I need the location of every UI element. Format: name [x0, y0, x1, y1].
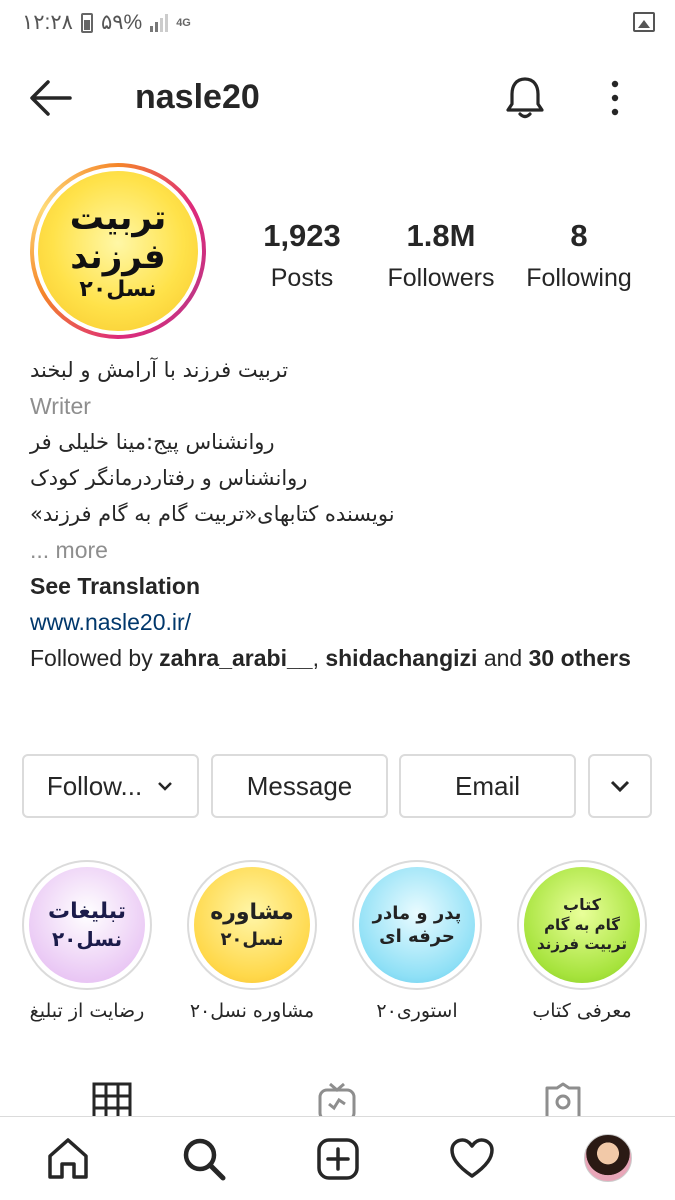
suggested-accounts-button[interactable]: [588, 754, 652, 818]
followed-count: 30 others: [528, 645, 631, 671]
category-label: Writer: [30, 393, 91, 419]
status-left: ۱۲:۲۸ ۵۹% 4G: [22, 10, 191, 35]
stat-followers-value: 1.8M: [406, 218, 476, 253]
stat-posts[interactable]: 1,923 Posts: [248, 218, 356, 293]
highlight-cover-text: نسل۲۰: [51, 927, 123, 952]
avatar-text-3: نسل۲۰: [79, 277, 157, 303]
bio: تربیت فرزند با آرامش و لبخند Writer روان…: [30, 352, 650, 676]
highlight-cover-text: نسل۲۰: [220, 928, 284, 950]
highlight-cover-text: تبلیغات: [48, 898, 126, 924]
avatar-text-1: تربیت: [69, 198, 167, 239]
stat-posts-value: 1,923: [263, 218, 341, 253]
chevron-down-icon: [610, 780, 630, 793]
highlight-cover-text: حرفه ای: [379, 926, 455, 947]
highlight-ring: کتاب گام به گام تربیت فرزند: [517, 860, 647, 990]
bio-line-4: نویسنده کتابهای«تربیت گام به گام فرزند»: [30, 502, 395, 526]
highlight-item[interactable]: کتاب گام به گام تربیت فرزند معرفی کتاب: [517, 860, 647, 1022]
website-link[interactable]: www.nasle20.ir/: [30, 604, 650, 640]
stat-followers[interactable]: 1.8M Followers: [380, 218, 502, 293]
highlight-label: معرفی کتاب: [532, 1000, 632, 1022]
avatar-text-2: فرزند: [70, 237, 166, 278]
followed-by[interactable]: Followed by zahra_arabi__, shidachangizi…: [30, 640, 650, 676]
followed-user-1: zahra_arabi__: [159, 645, 313, 671]
avatar[interactable]: تربیت فرزند نسل۲۰: [30, 163, 206, 339]
tagged-icon[interactable]: [543, 1082, 583, 1116]
highlight-label: مشاوره نسل۲۰: [189, 1000, 315, 1022]
highlight-item[interactable]: تبلیغات نسل۲۰ رضایت از تبلیغ: [22, 860, 152, 1022]
highlight-ring: پدر و مادر حرفه ای: [352, 860, 482, 990]
back-arrow-icon[interactable]: [28, 76, 74, 120]
network-type: 4G: [176, 16, 191, 29]
highlight-cover-text: مشاوره: [210, 900, 294, 925]
battery-percent: ۵۹%: [100, 11, 143, 34]
bottom-navigation: [0, 1116, 675, 1200]
profile-header: nasle20: [0, 60, 675, 136]
follow-button[interactable]: Follow...: [22, 754, 199, 818]
chevron-down-icon: [158, 782, 173, 791]
activity-heart-icon[interactable]: [448, 1135, 496, 1183]
stat-following-label: Following: [526, 264, 632, 292]
battery-icon: [80, 12, 93, 33]
new-post-icon[interactable]: [314, 1135, 362, 1183]
followed-and: and: [477, 645, 529, 671]
more-link[interactable]: ... more: [30, 532, 650, 568]
stat-posts-label: Posts: [270, 264, 334, 292]
bio-line-2: روانشناس پیج:مینا خلیلی فر: [30, 430, 275, 454]
highlight-cover-text: تربیت فرزند: [537, 935, 627, 954]
followed-by-prefix: Followed by: [30, 645, 160, 671]
home-icon[interactable]: [44, 1135, 92, 1183]
followed-user-2: shidachangizi: [325, 645, 478, 671]
highlight-ring: مشاوره نسل۲۰: [187, 860, 317, 990]
highlight-item[interactable]: پدر و مادر حرفه ای استوری۲۰: [352, 860, 482, 1022]
avatar-image: تربیت فرزند نسل۲۰: [38, 171, 198, 331]
status-bar: ۱۲:۲۸ ۵۹% 4G: [0, 0, 675, 48]
highlight-cover: مشاوره نسل۲۰: [194, 867, 310, 983]
profile-avatar-icon[interactable]: [584, 1134, 632, 1182]
bell-icon[interactable]: [502, 74, 548, 120]
highlight-item[interactable]: مشاوره نسل۲۰ مشاوره نسل۲۰: [187, 860, 317, 1022]
stat-followers-label: Followers: [387, 264, 495, 292]
followed-sep: ,: [312, 645, 326, 671]
search-icon[interactable]: [180, 1135, 228, 1183]
stat-following[interactable]: 8 Following: [518, 218, 640, 293]
highlight-label: استوری۲۰: [376, 1000, 458, 1022]
highlight-ring: تبلیغات نسل۲۰: [22, 860, 152, 990]
status-time: ۱۲:۲۸: [22, 11, 73, 34]
gallery-icon: [633, 12, 655, 32]
highlight-cover: پدر و مادر حرفه ای: [359, 867, 475, 983]
bio-line-3: روانشناس و رفتاردرمانگر کودک: [30, 466, 308, 490]
highlight-cover-text: کتاب: [563, 895, 601, 915]
page-title: nasle20: [135, 78, 260, 116]
see-translation-link[interactable]: See Translation: [30, 568, 650, 604]
email-button[interactable]: Email: [399, 754, 576, 818]
message-button-label: Message: [246, 770, 353, 801]
highlight-cover-text: پدر و مادر: [372, 902, 462, 924]
highlight-label: رضایت از تبلیغ: [29, 1000, 145, 1022]
profile-tabs: [0, 1076, 675, 1116]
message-button[interactable]: Message: [211, 754, 388, 818]
bio-line-1: تربیت فرزند با آرامش و لبخند: [30, 358, 289, 382]
highlight-cover-text: گام به گام: [544, 915, 620, 934]
grid-icon[interactable]: [92, 1082, 132, 1116]
more-options-icon[interactable]: [602, 78, 628, 118]
stat-following-value: 8: [570, 218, 588, 253]
signal-icon: [150, 13, 169, 32]
highlight-cover: تبلیغات نسل۲۰: [29, 867, 145, 983]
highlight-cover: کتاب گام به گام تربیت فرزند: [524, 867, 640, 983]
avatar-border: تربیت فرزند نسل۲۰: [34, 167, 202, 335]
email-button-label: Email: [454, 770, 520, 801]
igtv-icon[interactable]: [317, 1082, 357, 1116]
follow-button-label: Follow...: [46, 770, 143, 801]
